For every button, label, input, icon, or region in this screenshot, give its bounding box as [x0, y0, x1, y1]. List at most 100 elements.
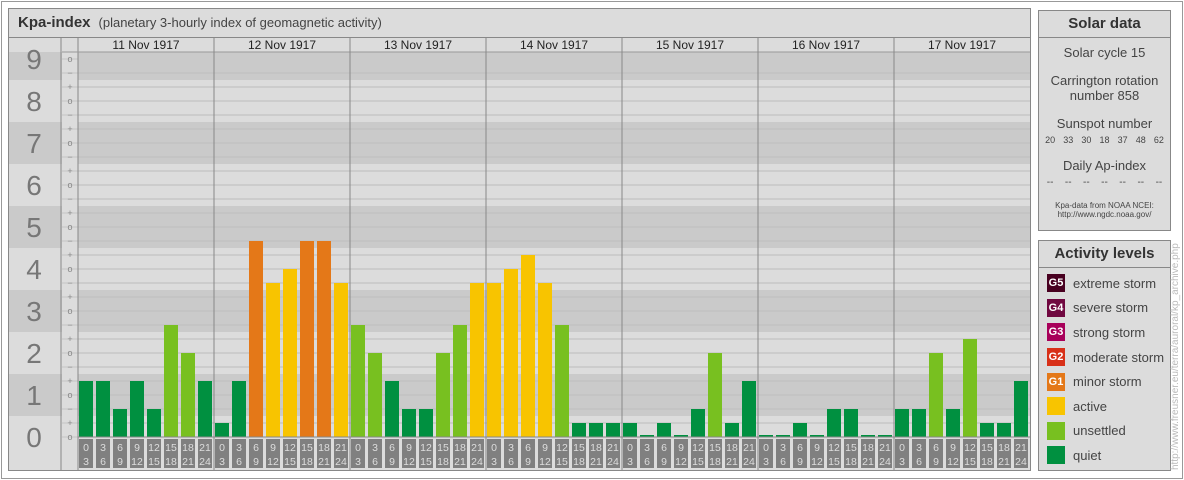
level-swatch	[1047, 397, 1065, 416]
tick-label: +	[67, 124, 72, 134]
level-swatch: G4	[1047, 298, 1065, 317]
level-label: active	[1073, 398, 1107, 414]
kp-bar	[623, 423, 637, 437]
tick-label: +	[67, 166, 72, 176]
interval-end: 15	[420, 456, 432, 468]
activity-level-minor-storm: G1 minor storm	[1039, 369, 1170, 394]
activity-level-unsettled: unsettled	[1039, 419, 1170, 444]
sunspot-value: 20	[1045, 135, 1056, 145]
interval-start: 0	[763, 442, 769, 454]
kp-bar	[946, 409, 960, 437]
activity-level-moderate-storm: G2 moderate storm	[1039, 345, 1170, 370]
interval-end: 15	[828, 456, 840, 468]
interval-start: 18	[318, 442, 330, 454]
interval-end: 15	[556, 456, 568, 468]
kp-bar	[436, 353, 450, 437]
level-swatch: G5	[1047, 274, 1065, 293]
interval-end: 18	[573, 456, 585, 468]
activity-level-active: active	[1039, 394, 1170, 419]
interval-start: 3	[780, 442, 786, 454]
tick-label: +	[67, 82, 72, 92]
tick-label: o	[67, 138, 72, 148]
interval-start: 12	[284, 442, 296, 454]
interval-end: 18	[709, 456, 721, 468]
sunspot-label: Sunspot number	[1056, 116, 1153, 131]
interval-start: 9	[678, 442, 684, 454]
interval-start: 3	[916, 442, 922, 454]
day-label: 16 Nov 1917	[792, 38, 860, 52]
interval-start: 18	[998, 442, 1010, 454]
ap-values: -- -- -- -- -- -- --	[1039, 177, 1170, 188]
interval-start: 6	[525, 442, 531, 454]
tick-label: +	[67, 292, 72, 302]
interval-start: 9	[134, 442, 140, 454]
kp-bar	[334, 283, 348, 437]
interval-end: 24	[879, 456, 891, 468]
interval-start: 3	[372, 442, 378, 454]
kp-bar	[351, 325, 365, 437]
kp-bar	[79, 381, 93, 437]
interval-start: 3	[236, 442, 242, 454]
level-swatch: G1	[1047, 372, 1065, 391]
interval-end: 24	[199, 456, 211, 468]
tick-label: o	[67, 348, 72, 358]
carrington-line1: Carrington rotation	[1050, 73, 1159, 88]
interval-start: 6	[253, 442, 259, 454]
interval-start: 3	[100, 442, 106, 454]
interval-start: 21	[199, 442, 211, 454]
kp-bar	[844, 409, 858, 437]
kp-bar	[147, 409, 161, 437]
title-main: Kpa-index	[18, 14, 91, 31]
interval-end: 3	[627, 456, 633, 468]
ap-value: --	[1155, 177, 1163, 188]
kp-bar	[300, 241, 314, 437]
kp-bar	[96, 381, 110, 437]
interval-end: 15	[148, 456, 160, 468]
y-tick-label: 9	[26, 44, 42, 75]
source-link[interactable]: http://www.ngdc.noaa.gov/	[1039, 210, 1170, 219]
y-tick-label: 2	[26, 338, 42, 369]
interval-start: 0	[355, 442, 361, 454]
level-swatch	[1047, 446, 1065, 465]
interval-start: 6	[933, 442, 939, 454]
interval-start: 18	[454, 442, 466, 454]
interval-start: 9	[814, 442, 820, 454]
kp-bar	[691, 409, 705, 437]
sunspot-value: 37	[1117, 135, 1128, 145]
level-label: minor storm	[1073, 374, 1142, 390]
interval-start: 21	[1015, 442, 1027, 454]
activity-levels-title: Activity levels	[1039, 241, 1170, 268]
tick-label: +	[67, 250, 72, 260]
interval-start: 15	[573, 442, 585, 454]
tick-label: o	[67, 54, 72, 64]
interval-start: 21	[879, 442, 891, 454]
kp-bar	[113, 409, 127, 437]
interval-end: 3	[355, 456, 361, 468]
ap-value: --	[1119, 177, 1126, 188]
kp-bar	[606, 423, 620, 437]
kp-bar	[181, 353, 195, 437]
kp-bar	[589, 423, 603, 437]
interval-start: 15	[301, 442, 313, 454]
label-area	[9, 437, 1030, 470]
interval-end: 15	[964, 456, 976, 468]
y-tick-label: 1	[26, 380, 42, 411]
interval-start: 12	[148, 442, 160, 454]
interval-end: 6	[100, 456, 106, 468]
interval-end: 9	[389, 456, 395, 468]
tick-label: o	[67, 432, 72, 442]
interval-start: 12	[964, 442, 976, 454]
ap-label: Daily Ap-index	[1062, 158, 1147, 173]
day-label: 17 Nov 1917	[928, 38, 996, 52]
interval-end: 21	[998, 456, 1010, 468]
interval-start: 15	[845, 442, 857, 454]
kp-bar	[487, 283, 501, 437]
y-tick-label: 3	[26, 296, 42, 327]
level-label: strong storm	[1073, 324, 1146, 340]
interval-start: 12	[420, 442, 432, 454]
interval-start: 0	[899, 442, 905, 454]
interval-end: 21	[182, 456, 194, 468]
solar-data-title: Solar data	[1039, 11, 1170, 38]
tick-label: −	[67, 404, 72, 414]
sunspot-value: 18	[1099, 135, 1110, 145]
